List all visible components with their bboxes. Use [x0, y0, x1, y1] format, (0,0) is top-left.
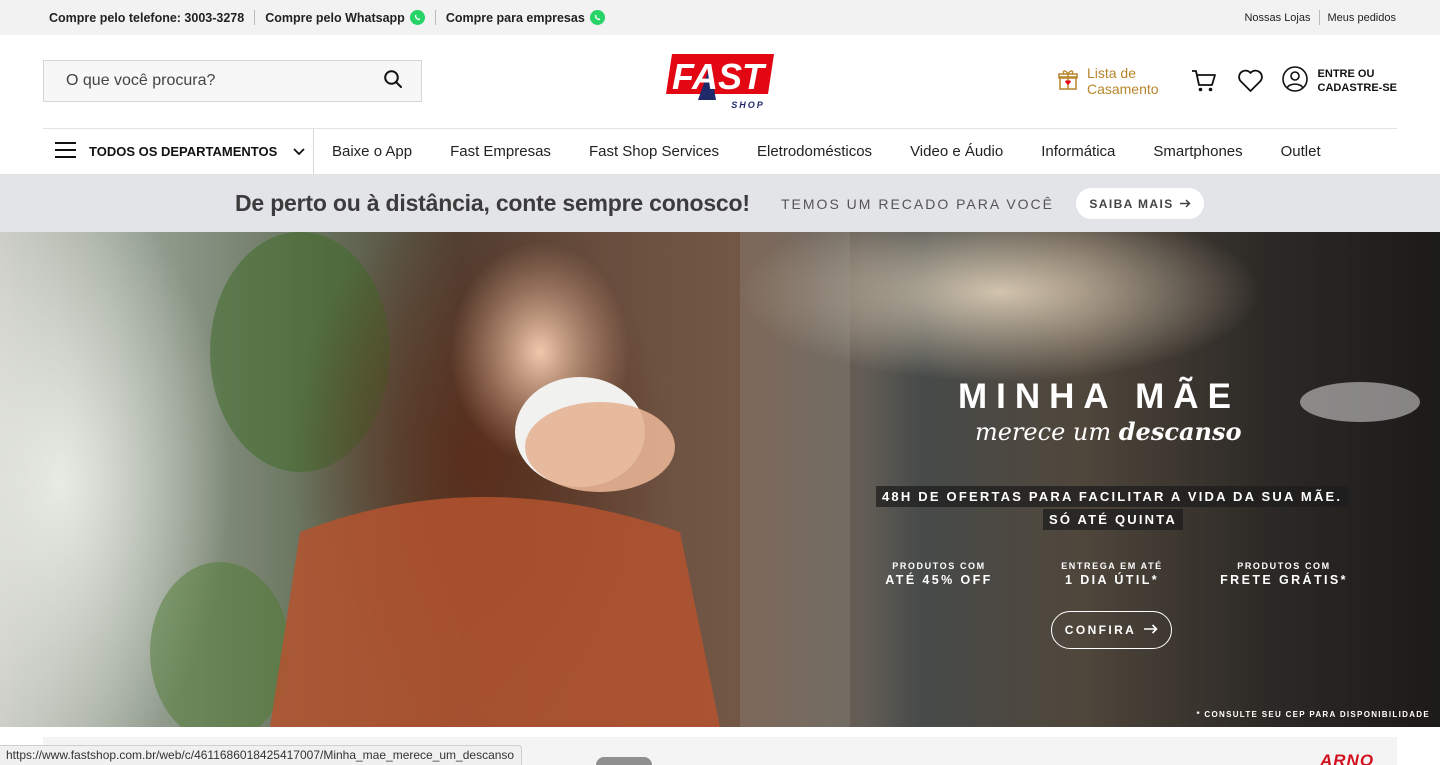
- logo-sub: SHOP: [731, 100, 765, 110]
- divider: [434, 10, 436, 25]
- divider: [254, 10, 256, 25]
- header: FAST SHOP Lista deCasamento ENTRE OUCADA…: [0, 35, 1440, 128]
- top-bar-contacts: Compre pelo telefone: 3003-3278 Compre p…: [49, 10, 605, 25]
- learn-more-button[interactable]: SAIBA MAIS: [1076, 188, 1204, 219]
- nav-link-outlet[interactable]: Outlet: [1281, 143, 1321, 160]
- business-link[interactable]: Compre para empresas: [446, 10, 605, 25]
- phone-label: Compre pelo telefone: 3003-3278: [49, 10, 245, 25]
- arno-brand-logo[interactable]: ARNO: [1320, 751, 1374, 765]
- top-bar-links: Nossas Lojas Meus pedidos: [1244, 10, 1396, 25]
- feature-free-shipping: PRODUTOS COM FRETE GRÁTIS*: [1220, 561, 1348, 587]
- stores-link[interactable]: Nossas Lojas: [1244, 12, 1310, 24]
- user-icon: [1281, 66, 1308, 96]
- arrow-right-icon: [1179, 197, 1191, 211]
- hero-banner[interactable]: MINHA MÃE merece um descanso 48H DE OFER…: [0, 232, 1440, 727]
- whatsapp-link[interactable]: Compre pelo Whatsapp: [265, 10, 425, 25]
- nav-link-informatica[interactable]: Informática: [1041, 143, 1115, 160]
- heart-icon[interactable]: [1237, 69, 1264, 93]
- status-bar-url: https://www.fastshop.com.br/web/c/461168…: [0, 745, 523, 765]
- cart-icon[interactable]: [1191, 69, 1217, 93]
- nav-link-eletrodomesticos[interactable]: Eletrodomésticos: [757, 143, 872, 160]
- nav-link-video-audio[interactable]: Video e Áudio: [910, 143, 1003, 160]
- offer-line-2: SÓ ATÉ QUINTA: [1043, 509, 1184, 530]
- nav-link-fast-empresas[interactable]: Fast Empresas: [450, 143, 551, 160]
- whatsapp-icon: [409, 10, 425, 25]
- wedding-label: Lista de Casamento: [1086, 65, 1159, 97]
- departments-label: TODOS OS DEPARTAMENTOS: [89, 144, 278, 159]
- header-actions: Lista de Casamento ENTRE OU CADASTRE-SE: [1057, 65, 1397, 97]
- all-departments-menu[interactable]: TODOS OS DEPARTAMENTOS: [43, 128, 314, 175]
- hero-subtitle: merece um descanso: [975, 417, 1242, 446]
- whatsapp-label: Compre pelo Whatsapp: [265, 10, 405, 25]
- learn-more-label: SAIBA MAIS: [1089, 196, 1174, 211]
- notice-banner: De perto ou à distância, conte sempre co…: [0, 174, 1440, 232]
- arrow-right-icon: [1144, 623, 1158, 637]
- hero-photo: [0, 232, 1440, 727]
- top-bar: Compre pelo telefone: 3003-3278 Compre p…: [0, 0, 1440, 35]
- wedding-list-link[interactable]: Lista de Casamento: [1057, 65, 1159, 97]
- gift-icon: [1057, 69, 1079, 94]
- search-input[interactable]: [66, 72, 383, 90]
- confira-button[interactable]: CONFIRA: [1051, 611, 1172, 649]
- whatsapp-icon: [589, 10, 605, 25]
- business-label: Compre para empresas: [445, 10, 585, 25]
- feature-delivery: ENTREGA EM ATÉ 1 DIA ÚTIL*: [1061, 561, 1163, 587]
- logo-wordmark: FAST: [672, 56, 767, 97]
- hero-disclaimer: * CONSULTE SEU CEP PARA DISPONIBILIDADE: [1196, 710, 1430, 719]
- feature-discount: PRODUTOS COM ATÉ 45% OFF: [885, 561, 993, 587]
- account-link[interactable]: ENTRE OU CADASTRE-SE: [1281, 66, 1397, 96]
- phone-link[interactable]: Compre pelo telefone: 3003-3278: [49, 11, 244, 25]
- confira-label: CONFIRA: [1064, 623, 1137, 637]
- nav-link-services[interactable]: Fast Shop Services: [589, 143, 719, 160]
- main-nav: TODOS OS DEPARTAMENTOS Baixe o App Fast …: [43, 128, 1397, 175]
- search-icon[interactable]: [383, 69, 403, 94]
- hero-title: MINHA MÃE: [958, 377, 1240, 416]
- divider: [1318, 10, 1320, 25]
- offer-line-1: 48H DE OFERTAS PARA FACILITAR A VIDA DA …: [876, 486, 1349, 507]
- orders-link[interactable]: Meus pedidos: [1328, 12, 1397, 24]
- nav-link-smartphones[interactable]: Smartphones: [1153, 143, 1242, 160]
- account-label: ENTRE OU CADASTRE-SE: [1317, 68, 1397, 94]
- fast-shop-logo[interactable]: FAST SHOP: [664, 52, 776, 112]
- search-box: [43, 60, 422, 102]
- notice-subtext: TEMOS UM RECADO PARA VOCÊ: [781, 196, 1054, 212]
- product-thumbnail[interactable]: [596, 757, 652, 765]
- hamburger-icon: [55, 142, 77, 161]
- nav-links: Baixe o App Fast Empresas Fast Shop Serv…: [314, 129, 1359, 175]
- notice-headline: De perto ou à distância, conte sempre co…: [235, 190, 750, 216]
- nav-link-app[interactable]: Baixe o App: [332, 143, 412, 160]
- chevron-down-icon: [293, 144, 305, 159]
